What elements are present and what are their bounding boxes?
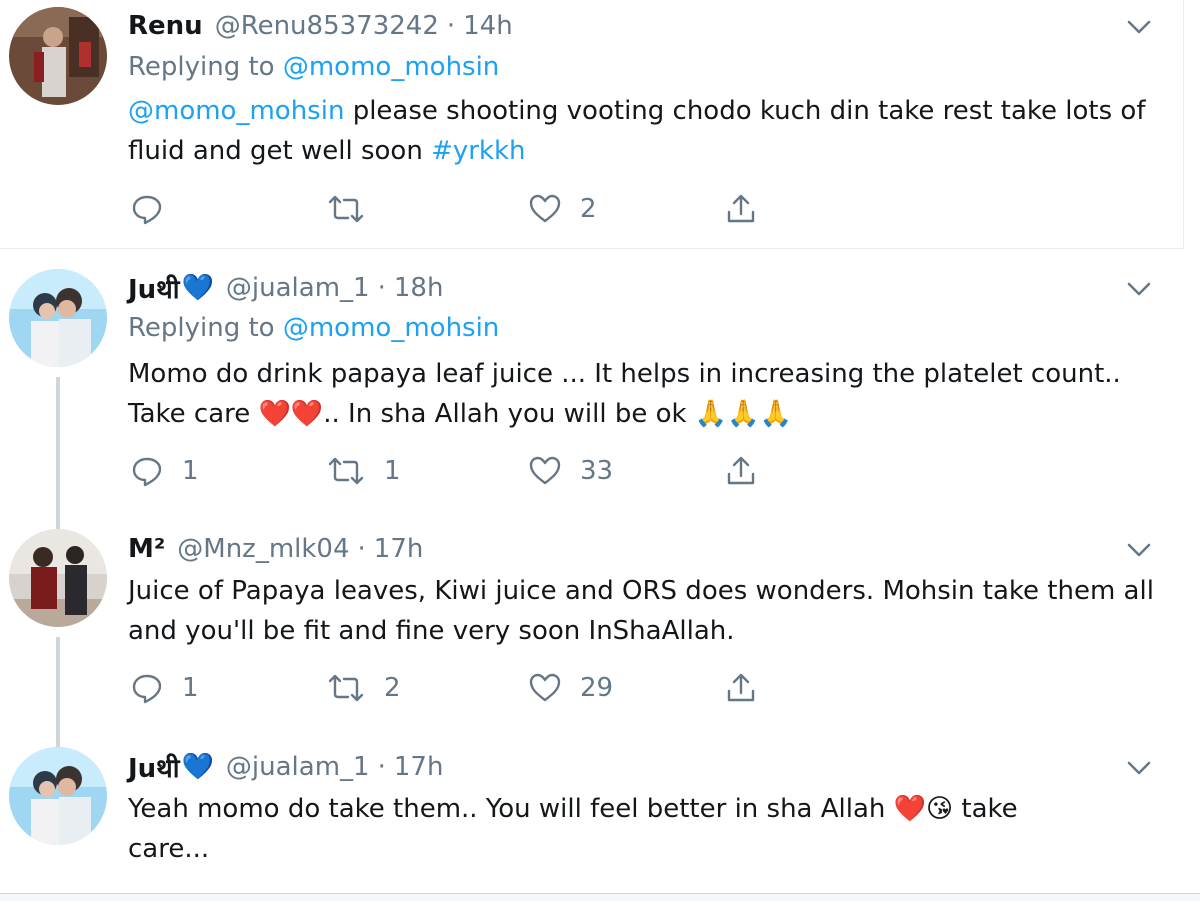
tweet-jualam-1[interactable]: Juथी 💙 @jualam_1 · 18h Replying to @momo… [0,249,1184,521]
reply-button[interactable]: 1 [130,670,199,706]
replying-to: Replying to @momo_mohsin [128,313,499,343]
tweet-jualam-2[interactable]: Juथी 💙 @jualam_1 · 17h Yeah momo do take… [0,739,1184,891]
replying-to: Replying to @momo_mohsin [128,52,499,82]
replying-prefix: Replying to [128,52,275,82]
thread-line [56,377,60,521]
share-icon [724,192,758,226]
like-icon [528,192,562,226]
reply-icon [130,671,164,705]
tweet-mnz[interactable]: M² @Mnz_mlk04 · 17h Juice of Papaya leav… [0,521,1184,739]
retweet-button[interactable]: 1 [326,453,401,489]
separator-dot: · [377,752,386,782]
reply-button[interactable] [130,191,182,227]
hashtag-link[interactable]: #yrkkh [431,136,525,166]
like-icon [528,454,562,488]
replying-prefix: Replying to [128,313,275,343]
mention-link[interactable]: @momo_mohsin [128,96,344,126]
tweet-renu[interactable]: Renu @Renu85373242 · 14h Replying to @mo… [0,0,1184,248]
author-name[interactable]: Juथी [128,270,180,306]
replying-to-link[interactable]: @momo_mohsin [283,52,499,82]
retweet-icon [326,671,366,705]
reply-count: 1 [182,673,199,703]
reply-icon [130,192,164,226]
like-button[interactable]: 33 [528,453,613,489]
tweet-text: @momo_mohsin please shooting vooting cho… [128,91,1168,171]
share-icon [724,454,758,488]
avatar-jualam[interactable] [9,747,107,845]
like-button[interactable]: 29 [528,670,613,706]
thread-line-top [56,739,60,747]
tweet-text: Yeah momo do take them.. You will feel b… [128,794,1018,864]
tweet-text: Momo do drink papaya leaf juice ... It h… [128,359,1121,429]
share-button[interactable] [724,670,758,706]
like-icon [528,671,562,705]
separator-dot: · [377,273,386,303]
blue-heart-icon: 💙 [181,752,214,782]
avatar-renu[interactable] [9,7,107,105]
tweet-time[interactable]: 17h [374,534,424,564]
tweet-header: Juथी 💙 @jualam_1 · 17h [128,749,443,785]
chevron-down-icon[interactable] [1124,535,1154,565]
author-handle[interactable]: @Renu85373242 [215,11,439,41]
tweet-time[interactable]: 18h [394,273,444,303]
avatar-jualam[interactable] [9,269,107,367]
blue-heart-icon: 💙 [181,273,214,303]
share-button[interactable] [724,453,758,489]
author-name[interactable]: Juथी [128,749,180,785]
share-icon [724,671,758,705]
tweet-header: Renu @Renu85373242 · 14h [128,8,513,44]
tweet-time[interactable]: 14h [463,11,513,41]
like-count: 33 [580,456,614,486]
chevron-down-icon[interactable] [1124,753,1154,783]
author-handle[interactable]: @Mnz_mlk04 [177,534,349,564]
retweet-count: 2 [384,673,401,703]
tweet-actions: 1 1 33 [130,453,830,489]
author-name[interactable]: Renu [128,11,203,41]
author-handle[interactable]: @jualam_1 [226,273,370,303]
tweet-header: Juथी 💙 @jualam_1 · 18h [128,270,443,306]
separator-dot: · [446,11,456,41]
thread-line-top [56,521,60,529]
retweet-button[interactable] [326,191,384,227]
avatar-mnz[interactable] [9,529,107,627]
like-button[interactable]: 2 [528,191,597,227]
retweet-button[interactable]: 2 [326,670,401,706]
like-count: 2 [580,194,597,224]
chevron-down-icon[interactable] [1124,274,1154,304]
author-handle[interactable]: @jualam_1 [226,752,370,782]
replying-to-link[interactable]: @momo_mohsin [283,313,499,343]
retweet-count: 1 [384,456,401,486]
thread-line [56,637,60,739]
tweet-actions: 1 2 29 [130,670,830,706]
separator-dot: · [357,534,366,564]
reply-count: 1 [182,456,199,486]
tweet-text: Juice of Papaya leaves, Kiwi juice and O… [128,576,1154,646]
reply-icon [130,454,164,488]
author-name[interactable]: M² [128,534,165,564]
tweet-time[interactable]: 17h [394,752,444,782]
like-count: 29 [580,673,614,703]
tweet-actions: 2 [130,191,830,227]
share-button[interactable] [724,191,758,227]
tweet-header: M² @Mnz_mlk04 · 17h [128,531,423,567]
reply-button[interactable]: 1 [130,453,199,489]
retweet-icon [326,454,366,488]
chevron-down-icon[interactable] [1124,12,1154,42]
retweet-icon [326,192,366,226]
